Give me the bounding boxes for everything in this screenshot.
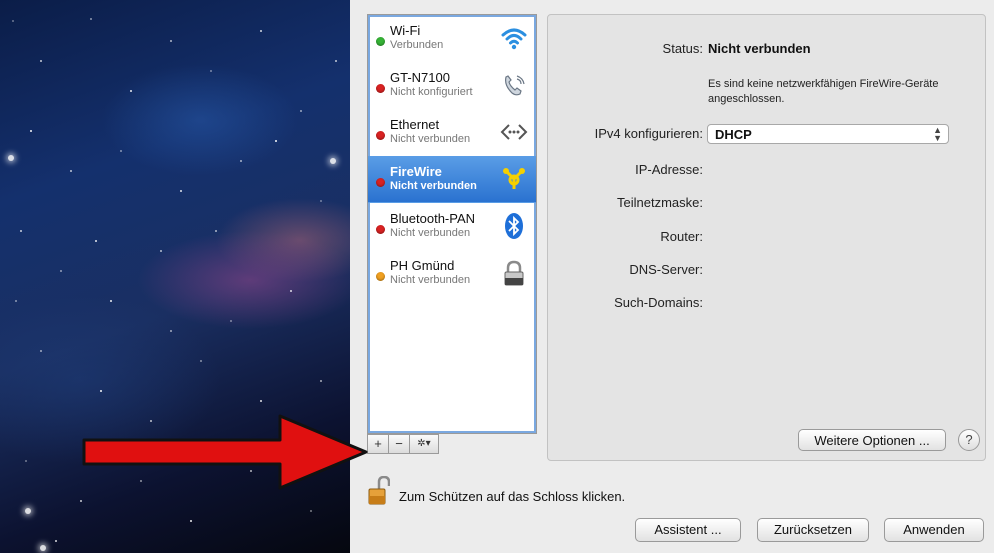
wifi-icon <box>501 28 527 50</box>
star <box>40 60 42 62</box>
router-label: Router: <box>660 229 703 244</box>
star <box>260 30 262 32</box>
service-status: Verbunden <box>390 39 444 51</box>
star <box>320 200 322 202</box>
status-value: Nicht verbunden <box>708 41 811 56</box>
ipv4-label: IPv4 konfigurieren: <box>594 126 703 141</box>
service-status: Nicht verbunden <box>390 133 471 145</box>
star <box>20 230 22 232</box>
network-preferences-pane: Wi-Fi Verbunden GT-N7100 Nicht konfiguri… <box>350 0 994 553</box>
bright-star <box>8 155 14 161</box>
service-item-gt-n7100[interactable]: GT-N7100 Nicht konfiguriert <box>368 62 536 109</box>
service-status: Nicht verbunden <box>390 227 471 239</box>
service-name: Wi-Fi <box>390 23 421 38</box>
service-name: GT-N7100 <box>390 70 450 85</box>
lock-icon <box>504 260 524 286</box>
bluetooth-icon <box>505 213 523 239</box>
star <box>180 190 182 192</box>
more-options-button[interactable]: Weitere Optionen ... <box>798 429 946 451</box>
bright-star <box>40 545 46 551</box>
star <box>190 520 192 522</box>
star <box>95 240 97 242</box>
service-name: Bluetooth-PAN <box>390 211 476 226</box>
service-name: FireWire <box>390 164 442 179</box>
star <box>290 290 292 292</box>
remove-service-button[interactable]: − <box>388 434 410 454</box>
service-status: Nicht konfiguriert <box>390 86 473 98</box>
service-name: Ethernet <box>390 117 440 132</box>
star <box>320 380 322 382</box>
status-dot <box>376 272 385 281</box>
firewire-icon <box>503 168 525 189</box>
status-label: Status: <box>662 41 703 56</box>
star <box>335 60 337 62</box>
service-name: PH Gmünd <box>390 258 455 273</box>
star <box>300 110 302 112</box>
assistant-button[interactable]: Assistent ... <box>635 518 741 542</box>
star <box>210 70 212 72</box>
service-actions-menu-button[interactable]: ✲▾ <box>409 434 439 454</box>
status-note: Es sind keine netzwerkfähigen FireWire-G… <box>708 78 939 105</box>
star <box>55 540 57 542</box>
star <box>275 140 277 142</box>
add-service-button[interactable]: + <box>367 434 389 454</box>
star <box>25 460 27 462</box>
star <box>170 40 172 42</box>
star <box>15 300 17 302</box>
red-arrow-annotation-icon <box>82 414 368 490</box>
service-detail-panel: Status: Nicht verbunden Es sind keine ne… <box>547 14 986 461</box>
stepper-arrows-icon: ▲ ▼ <box>933 125 942 143</box>
lock-hint-text: Zum Schützen auf das Schloss klicken. <box>399 489 626 504</box>
status-dot <box>376 225 385 234</box>
network-service-list[interactable]: Wi-Fi Verbunden GT-N7100 Nicht konfiguri… <box>367 14 537 434</box>
service-item-ph-gmuend[interactable]: PH Gmünd Nicht verbunden <box>368 250 536 297</box>
ethernet-icon <box>500 124 528 140</box>
star <box>130 90 132 92</box>
service-status: Nicht verbunden <box>390 180 477 192</box>
apply-button[interactable]: Anwenden <box>884 518 984 542</box>
ip-address-label: IP-Adresse: <box>635 162 703 177</box>
star <box>90 18 92 20</box>
help-button[interactable]: ? <box>958 429 980 451</box>
star <box>240 160 242 162</box>
status-dot <box>376 37 385 46</box>
ipv4-configure-select[interactable]: DHCP ▲ ▼ <box>707 124 949 144</box>
star <box>30 130 32 132</box>
search-domains-label: Such-Domains: <box>614 295 703 310</box>
star <box>230 320 232 322</box>
star <box>200 360 202 362</box>
bright-star <box>25 508 31 514</box>
star <box>40 350 42 352</box>
star <box>120 150 122 152</box>
ipv4-selected-value: DHCP <box>715 127 752 142</box>
service-item-bluetooth-pan[interactable]: Bluetooth-PAN Nicht verbunden <box>368 203 536 250</box>
star <box>80 500 82 502</box>
star <box>260 400 262 402</box>
star <box>160 250 162 252</box>
service-item-wifi[interactable]: Wi-Fi Verbunden <box>368 15 536 62</box>
service-item-firewire[interactable]: FireWire Nicht verbunden <box>368 156 536 203</box>
status-dot <box>376 178 385 187</box>
star <box>215 230 217 232</box>
status-dot <box>376 131 385 140</box>
dns-server-label: DNS-Server: <box>629 262 703 277</box>
star <box>60 270 62 272</box>
bright-star <box>330 158 336 164</box>
star <box>12 20 14 22</box>
status-dot <box>376 84 385 93</box>
reset-button[interactable]: Zurücksetzen <box>757 518 869 542</box>
subnet-mask-label: Teilnetzmaske: <box>617 195 703 210</box>
star <box>170 330 172 332</box>
star <box>100 390 102 392</box>
star <box>310 510 312 512</box>
star <box>70 170 72 172</box>
service-status: Nicht verbunden <box>390 274 471 286</box>
service-list-toolbar: + − ✲▾ <box>367 434 439 454</box>
star <box>110 300 112 302</box>
service-item-ethernet[interactable]: Ethernet Nicht verbunden <box>368 109 536 156</box>
unlocked-padlock-icon[interactable] <box>368 476 390 506</box>
phone-icon <box>505 75 525 96</box>
